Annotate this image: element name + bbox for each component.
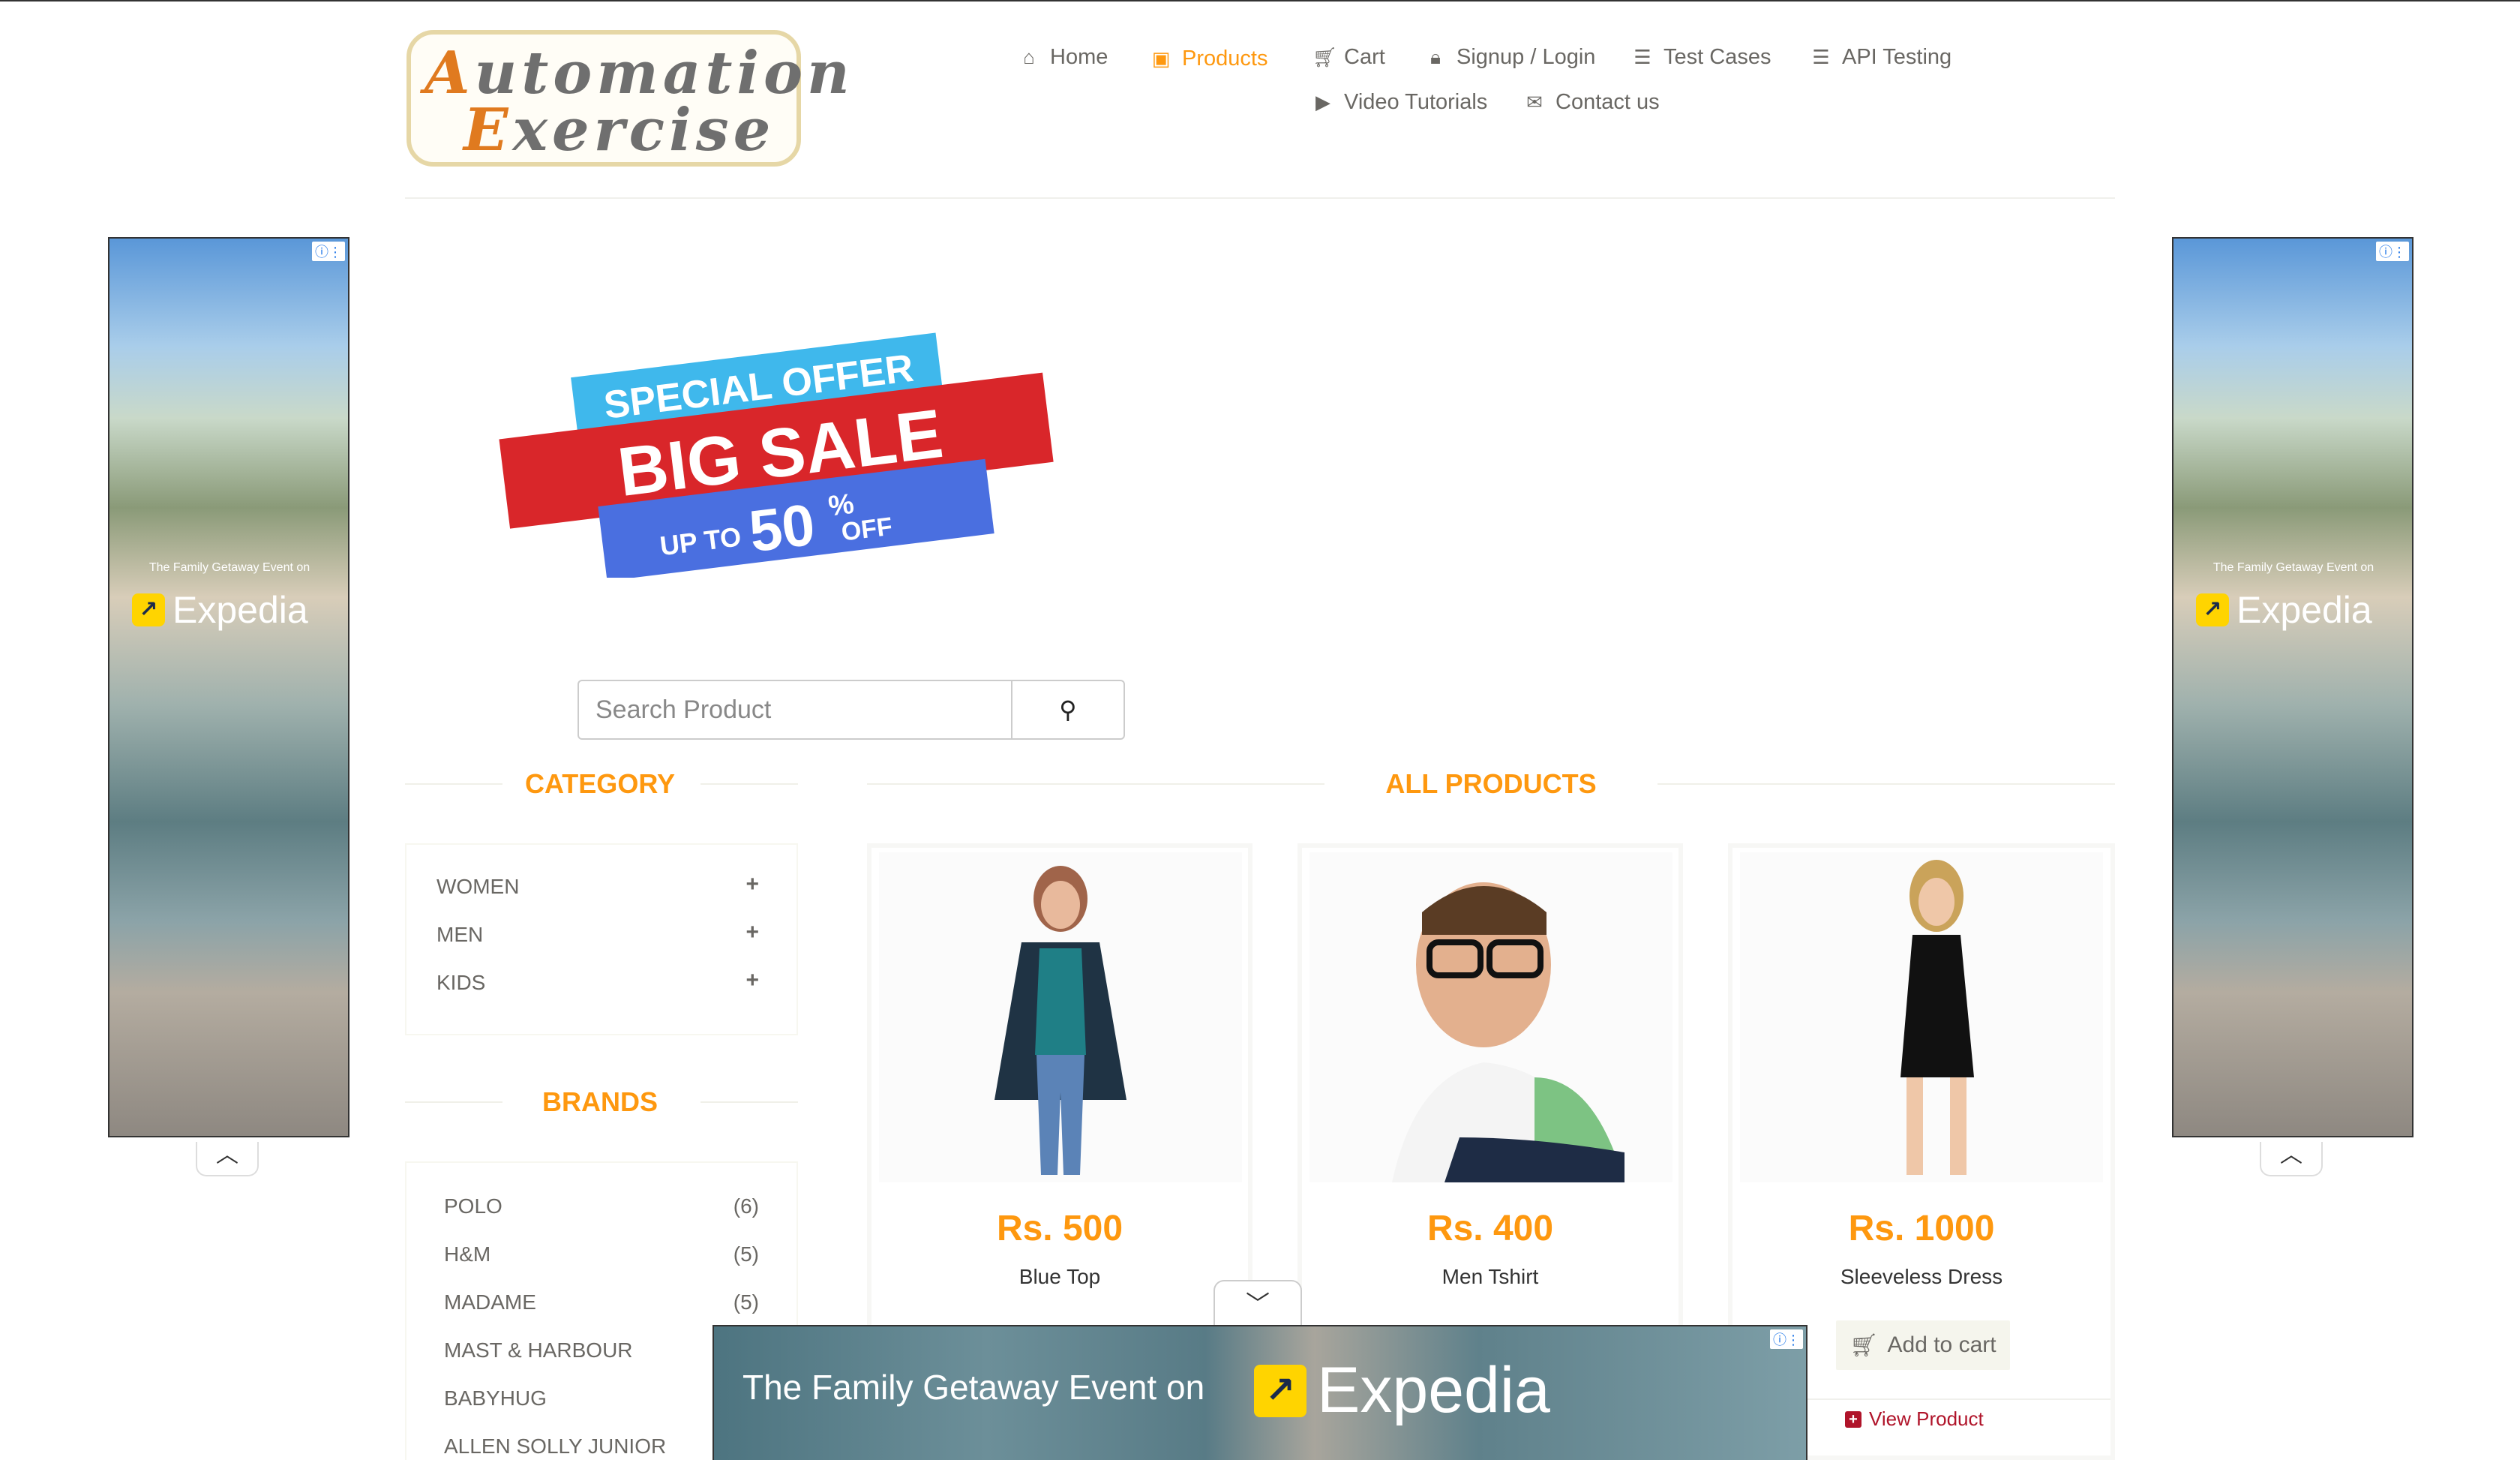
woman-blue-top-image	[994, 866, 1126, 1175]
expedia-logo-icon: ↗	[1254, 1364, 1306, 1417]
search-icon: ⚲	[1059, 696, 1077, 723]
home-icon: ⌂	[1023, 46, 1035, 68]
youtube-icon: ▶	[1316, 91, 1330, 113]
brand-polo[interactable]: POLO	[444, 1194, 502, 1218]
bottom-ad-collapse-button[interactable]: ﹀	[1214, 1280, 1302, 1325]
category-kids[interactable]: KIDS	[436, 971, 485, 995]
cart-icon: 🛒︎	[1850, 1332, 1879, 1358]
add-to-cart-button[interactable]: 🛒︎ Add to cart	[1836, 1320, 2010, 1370]
right-ad-collapse-button[interactable]: ︿	[2260, 1142, 2323, 1176]
ad-brand-name: Expedia	[172, 589, 308, 631]
products-title-line-right	[1658, 783, 2115, 785]
chevron-up-icon: ︿	[2280, 1143, 2302, 1167]
nav-video-tutorials[interactable]: ▶ Video Tutorials	[1312, 90, 1487, 115]
brand-hm[interactable]: H&M	[444, 1242, 490, 1266]
nav-contact-us[interactable]: ✉ Contact us	[1524, 90, 1660, 115]
brand-allen-solly-junior[interactable]: ALLEN SOLLY JUNIOR	[444, 1434, 666, 1458]
product-image[interactable]	[879, 852, 1242, 1182]
nav-products[interactable]: ▣ Products	[1150, 47, 1268, 71]
ad-info-icon[interactable]: ⓘ⋮	[1770, 1329, 1803, 1349]
bottom-ad-brand-name: Expedia	[1317, 1354, 1550, 1426]
brand-babyhug[interactable]: BABYHUG	[444, 1386, 547, 1410]
chevron-up-icon: ︿	[216, 1143, 238, 1167]
left-side-ad[interactable]: ⓘ⋮ The Family Getaway Event on ↗ Expedia	[108, 237, 350, 1137]
nav-home-label: Home	[1050, 45, 1108, 69]
search-input[interactable]: Search Product	[578, 680, 1016, 740]
ad-caption: The Family Getaway Event on	[2212, 561, 2374, 574]
category-title: CATEGORY	[524, 768, 675, 799]
product-name: Sleeveless Dress	[1840, 1265, 2003, 1288]
man-tshirt-image	[1392, 882, 1624, 1182]
ad-brand-name: Expedia	[2236, 589, 2372, 631]
expand-plus-icon[interactable]: +	[746, 968, 759, 993]
expedia-logo-icon: ↗	[2196, 593, 2229, 626]
logo-line2: Exercise	[464, 96, 776, 164]
add-to-cart-label: Add to cart	[1887, 1332, 1996, 1357]
envelope-icon: ✉	[1526, 91, 1543, 113]
brands-title: BRANDS	[542, 1086, 658, 1117]
briefcase-icon: ▣	[1151, 47, 1171, 70]
list-icon: ☰	[1812, 46, 1830, 68]
bottom-ad[interactable]: ⓘ⋮ The Family Getaway Event on ↗ Expedia	[712, 1325, 1808, 1460]
nav-signup-login[interactable]: 🔒︎ Signup / Login	[1425, 45, 1595, 70]
view-product-label: View Product	[1869, 1407, 1984, 1430]
product-price: Rs. 400	[1426, 1209, 1554, 1248]
all-products-title: ALL PRODUCTS	[1385, 768, 1597, 799]
product-name: Blue Top	[1018, 1265, 1101, 1288]
bottom-ad-brand: ↗ Expedia	[1254, 1353, 1550, 1428]
category-panel: WOMEN + MEN + KIDS +	[405, 843, 798, 1035]
product-image[interactable]	[1740, 852, 2103, 1182]
nav-home[interactable]: ⌂ Home	[1018, 45, 1108, 70]
brand-count: (5)	[733, 1290, 759, 1314]
product-price: Rs. 1000	[1848, 1209, 1995, 1248]
lock-icon: 🔒︎	[1430, 45, 1441, 68]
nav-cart[interactable]: 🛒︎ Cart	[1312, 45, 1385, 70]
cart-icon: 🛒︎	[1312, 46, 1338, 68]
nav-api-testing-label: API Testing	[1842, 45, 1952, 69]
chevron-down-icon: ﹀	[1245, 1290, 1270, 1317]
bottom-ad-text: The Family Getaway Event on	[742, 1368, 1205, 1407]
brand-count: (5)	[733, 1242, 759, 1266]
ad-caption: The Family Getaway Event on	[148, 561, 310, 574]
top-border	[0, 0, 2520, 2]
brand-mast-harbour[interactable]: MAST & HARBOUR	[444, 1338, 633, 1362]
woman-sleeveless-dress-image	[1900, 860, 1974, 1175]
nav-video-label: Video Tutorials	[1344, 90, 1488, 114]
header-divider	[405, 197, 2115, 199]
nav-test-cases-label: Test Cases	[1664, 45, 1772, 69]
category-women[interactable]: WOMEN	[436, 875, 519, 899]
site-logo[interactable]: Automation Exercise	[406, 30, 850, 167]
list-icon: ☰	[1634, 46, 1652, 68]
expand-plus-icon[interactable]: +	[746, 920, 759, 945]
ad-info-icon[interactable]: ⓘ⋮	[2376, 242, 2409, 261]
sale-banner: SPECIAL OFFER BIG SALE UP TO 50 % OFF	[499, 332, 1054, 578]
nav-api-testing[interactable]: ☰ API Testing	[1810, 45, 1952, 70]
view-product-link[interactable]: + View Product	[1845, 1407, 1984, 1431]
right-side-ad[interactable]: ⓘ⋮ The Family Getaway Event on ↗ Expedia	[2172, 237, 2414, 1137]
brand-count: (6)	[733, 1194, 759, 1218]
expand-plus-icon[interactable]: +	[746, 872, 759, 897]
expedia-logo-icon: ↗	[132, 593, 165, 626]
ad-info-icon[interactable]: ⓘ⋮	[312, 242, 345, 261]
nav-test-cases[interactable]: ☰ Test Cases	[1632, 45, 1771, 70]
product-price: Rs. 500	[996, 1209, 1124, 1248]
banner-percent: 50	[746, 491, 818, 564]
nav-cart-label: Cart	[1344, 45, 1385, 69]
plus-square-icon: +	[1845, 1410, 1862, 1428]
nav-products-label: Products	[1182, 47, 1268, 71]
brand-madame[interactable]: MADAME	[444, 1290, 536, 1314]
left-ad-collapse-button[interactable]: ︿	[196, 1142, 259, 1176]
nav-contact-label: Contact us	[1556, 90, 1660, 114]
search-button[interactable]: ⚲	[1011, 680, 1125, 740]
product-image[interactable]	[1310, 852, 1672, 1182]
nav-signup-label: Signup / Login	[1456, 45, 1596, 69]
products-title-line-left	[867, 783, 1324, 785]
category-men[interactable]: MEN	[436, 923, 483, 947]
ad-brand: ↗ Expedia	[2196, 588, 2372, 632]
ad-brand: ↗ Expedia	[132, 588, 308, 632]
product-name: Men Tshirt	[1442, 1265, 1539, 1288]
